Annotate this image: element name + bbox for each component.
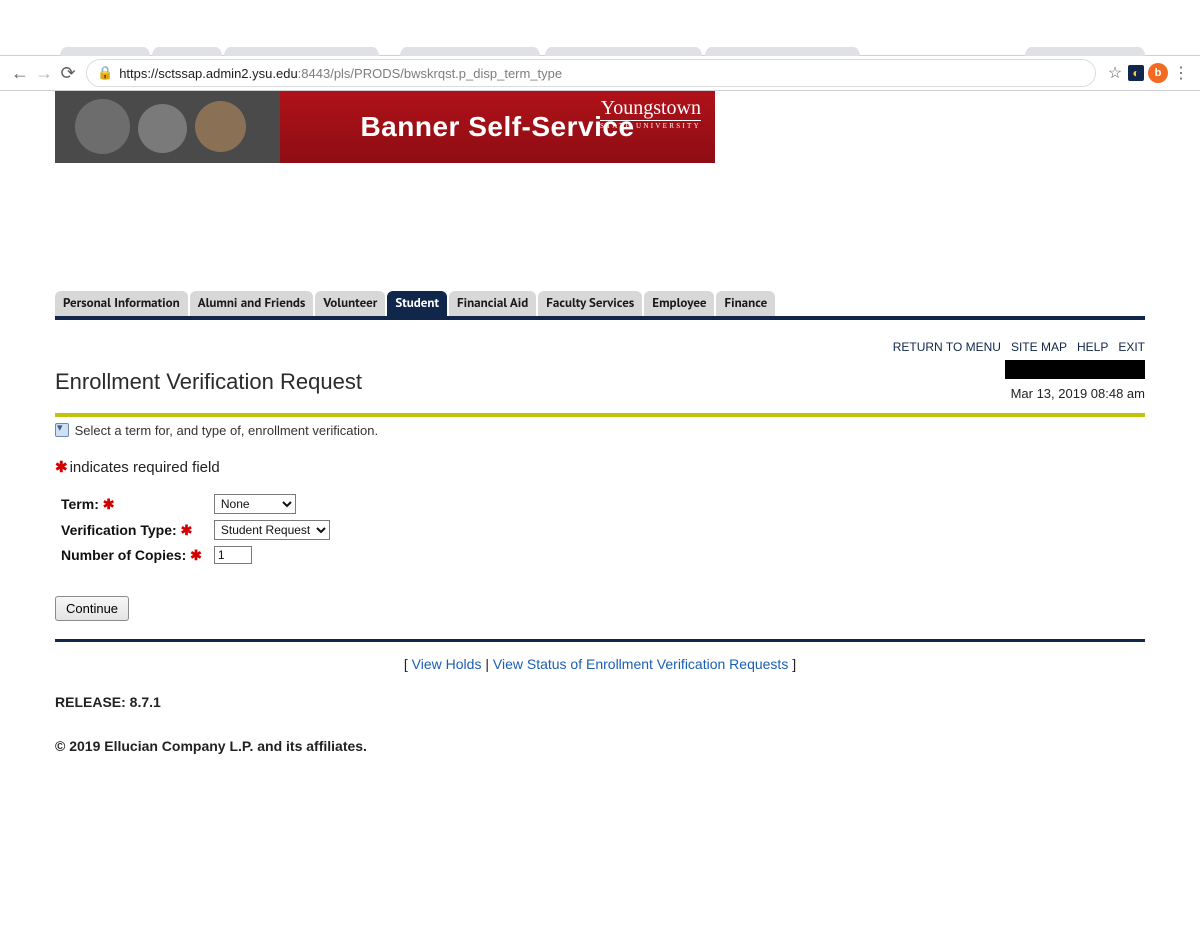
tab-alumni-and-friends[interactable]: Alumni and Friends [190, 291, 314, 316]
required-legend: ✱indicates required field [55, 458, 1145, 476]
browser-tab[interactable] [60, 47, 150, 56]
instruction-text: Select a term for, and type of, enrollme… [55, 423, 1145, 438]
browser-tab[interactable] [224, 47, 379, 56]
continue-button[interactable]: Continue [55, 596, 129, 621]
page-title: Enrollment Verification Request [55, 369, 362, 395]
header-link-site-map[interactable]: SITE MAP [1011, 340, 1067, 354]
user-name-redacted [1005, 360, 1145, 379]
copies-label: Number of Copies: ✱ [57, 544, 208, 566]
request-form: Term: ✱ None Verification Type: ✱ Studen… [55, 490, 336, 568]
browser-tabstrip [0, 0, 1200, 56]
tab-student[interactable]: Student [387, 291, 447, 316]
divider-blue [55, 639, 1145, 642]
header-link-return-to-menu[interactable]: RETURN TO MENU [893, 340, 1001, 354]
term-label: Term: ✱ [57, 492, 208, 516]
header-link-help[interactable]: HELP [1077, 340, 1108, 354]
divider-yellow [55, 413, 1145, 417]
header-link-exit[interactable]: EXIT [1118, 340, 1145, 354]
banner-photo [55, 91, 280, 163]
copies-input[interactable] [214, 546, 252, 564]
address-input[interactable]: 🔒 https://sctssap.admin2.ysu.edu:8443/pl… [86, 59, 1096, 87]
star-icon[interactable]: ☆ [1104, 63, 1126, 83]
browser-address-bar: ← → ⟳ 🔒 https://sctssap.admin2.ysu.edu:8… [0, 56, 1200, 91]
site-banner: Banner Self-Service Youngstown STATE UNI… [55, 91, 715, 163]
view-status-link[interactable]: View Status of Enrollment Verification R… [493, 656, 788, 672]
tab-employee[interactable]: Employee [644, 291, 714, 316]
browser-tab[interactable] [400, 47, 540, 56]
view-holds-link[interactable]: View Holds [412, 656, 482, 672]
browser-tab[interactable] [152, 47, 222, 56]
browser-tab[interactable] [545, 47, 702, 56]
lock-icon: 🔒 [97, 65, 113, 81]
extension-icon[interactable]: ◐ [1128, 65, 1144, 81]
verification-type-label: Verification Type: ✱ [57, 518, 208, 542]
release-version: RELEASE: 8.7.1 [55, 694, 1145, 710]
tab-financial-aid[interactable]: Financial Aid [449, 291, 536, 316]
tab-personal-information[interactable]: Personal Information [55, 291, 188, 316]
url-text: https://sctssap.admin2.ysu.edu:8443/pls/… [119, 66, 562, 81]
header-links: RETURN TO MENU SITE MAP HELP EXIT [883, 340, 1145, 354]
banner-org: Youngstown STATE UNIVERSITY [572, 97, 701, 130]
back-button[interactable]: ← [8, 63, 32, 84]
info-icon [55, 423, 69, 437]
tab-volunteer[interactable]: Volunteer [315, 291, 385, 316]
kebab-menu-icon[interactable]: ⋮ [1170, 63, 1192, 83]
term-select[interactable]: None [214, 494, 296, 514]
tab-faculty-services[interactable]: Faculty Services [538, 291, 642, 316]
bottom-links: [ View Holds | View Status of Enrollment… [55, 656, 1145, 672]
copyright: © 2019 Ellucian Company L.P. and its aff… [55, 738, 1145, 754]
tab-finance[interactable]: Finance [716, 291, 775, 316]
timestamp: Mar 13, 2019 08:48 am [883, 386, 1145, 401]
main-nav-tabs: Personal InformationAlumni and FriendsVo… [55, 291, 1145, 320]
browser-tab[interactable] [705, 47, 860, 56]
profile-avatar[interactable]: b [1148, 63, 1168, 83]
verification-type-select[interactable]: Student Request [214, 520, 330, 540]
reload-button[interactable]: ⟳ [56, 63, 80, 84]
browser-tab[interactable] [1025, 47, 1145, 56]
asterisk-icon: ✱ [55, 459, 70, 476]
forward-button[interactable]: → [32, 63, 56, 84]
